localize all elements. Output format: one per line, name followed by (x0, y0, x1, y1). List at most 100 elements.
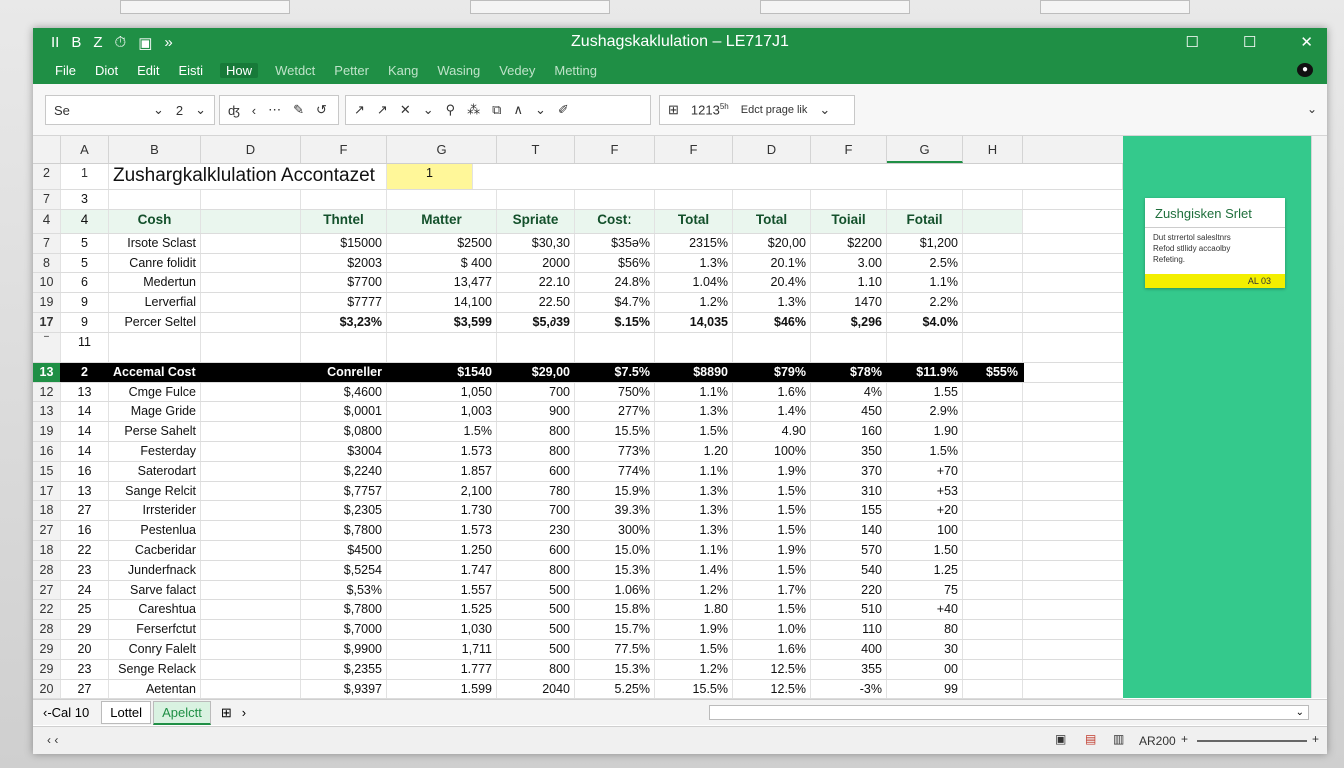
cell[interactable]: 15.3% (575, 659, 655, 679)
cell[interactable]: Perse Sahelt (109, 422, 201, 441)
cell[interactable] (201, 521, 301, 540)
cell[interactable]: 100% (733, 441, 811, 461)
cell-reference[interactable]: 12135h (691, 102, 729, 117)
cell[interactable]: $35ǝ% (575, 233, 655, 253)
cell[interactable]: 773% (575, 441, 655, 461)
cell[interactable]: $8890 (655, 362, 733, 382)
cell[interactable]: $20,00 (733, 233, 811, 253)
cell[interactable] (201, 560, 301, 580)
cell[interactable]: 2000 (497, 253, 575, 273)
search-icon[interactable]: ⚲ (446, 102, 456, 118)
redo-icon[interactable]: ↺ (316, 102, 327, 118)
cell[interactable] (201, 639, 301, 659)
cell[interactable] (201, 312, 301, 332)
page-break-icon[interactable]: ▥ (1113, 732, 1124, 746)
cell[interactable]: Senge Relack (109, 659, 201, 679)
cell[interactable]: 400 (811, 639, 887, 659)
cell[interactable]: 1.25 (887, 560, 963, 580)
horizontal-scrollbar[interactable]: ⌄ (709, 705, 1309, 720)
row-number[interactable]: 13 (33, 362, 61, 382)
cell[interactable]: $2500 (387, 233, 497, 253)
cell[interactable] (963, 312, 1023, 332)
font-size-box[interactable]: 2 (176, 103, 183, 118)
column-header[interactable]: H (963, 136, 1023, 163)
cell[interactable] (963, 600, 1023, 620)
cell[interactable]: 1.573 (387, 441, 497, 461)
menu-item-wasing[interactable]: Wasing (435, 63, 482, 78)
cell[interactable]: 75 (887, 580, 963, 600)
column-header[interactable]: F (301, 136, 387, 163)
cell[interactable]: 1.2% (655, 659, 733, 679)
sheet-title-cell[interactable]: Zushargkalklulation Accontazet (109, 164, 387, 189)
row-number[interactable]: 28 (33, 620, 61, 639)
sheet-nav[interactable]: ‹-Cal 10 (33, 705, 99, 720)
cell[interactable]: 39.3% (575, 501, 655, 521)
cell[interactable]: Saterodart (109, 461, 201, 481)
cell[interactable]: 160 (811, 422, 887, 441)
add-sheet-icon[interactable]: ⊞ (211, 705, 242, 721)
cell[interactable] (201, 620, 301, 639)
chevron-down-icon[interactable]: ⌄ (535, 102, 546, 118)
cell[interactable]: 4% (811, 382, 887, 402)
column-header[interactable]: D (201, 136, 301, 163)
table-row[interactable]: 27 24 Sarve falact $,53% 1.557 500 1.06% 1.2% 1.… (33, 580, 1123, 601)
section-row[interactable]: 13 2 Accemal Cost Conreller $1540 $29,00 $7.5%… (33, 362, 1123, 383)
column-header[interactable]: G (387, 136, 497, 163)
cell[interactable]: 700 (497, 382, 575, 402)
cell[interactable]: 500 (497, 580, 575, 600)
column-label[interactable]: Toiail (811, 209, 887, 233)
cell[interactable] (733, 190, 811, 209)
cell[interactable]: 1.06% (575, 580, 655, 600)
cell[interactable]: 2.9% (887, 402, 963, 422)
cell[interactable]: 100 (887, 521, 963, 540)
cell[interactable]: 5 (61, 253, 109, 273)
cell[interactable]: 00 (887, 659, 963, 679)
table-row[interactable]: 29 20 Conry Falelt $,9900 1,711 500 77.5% 1.5% 1… (33, 639, 1123, 660)
cell[interactable]: 800 (497, 422, 575, 441)
account-icon[interactable]: ● (1297, 63, 1313, 77)
cell[interactable]: Conreller (301, 362, 387, 382)
cell[interactable] (963, 659, 1023, 679)
cell[interactable]: $2003 (301, 253, 387, 273)
selected-cell[interactable]: 1 (387, 164, 473, 189)
cell[interactable]: 1.5% (655, 639, 733, 659)
cell[interactable] (963, 441, 1023, 461)
row-number[interactable]: 17 (33, 312, 61, 332)
grid-icon[interactable]: ⊞ (668, 102, 679, 118)
cell[interactable] (1023, 362, 1024, 382)
chevron-down-icon[interactable]: ⌄ (195, 102, 206, 118)
row-number[interactable]: 19 (33, 422, 61, 441)
cell[interactable]: +20 (887, 501, 963, 521)
cell[interactable]: 27 (61, 501, 109, 521)
cell[interactable]: 350 (811, 441, 887, 461)
cell[interactable]: 20 (61, 639, 109, 659)
cell[interactable]: 1.599 (387, 679, 497, 699)
row-number[interactable]: 12 (33, 382, 61, 402)
cell[interactable]: 500 (497, 600, 575, 620)
cell[interactable]: $7.5% (575, 362, 655, 382)
cell[interactable]: $1,200 (887, 233, 963, 253)
cell[interactable]: $15000 (301, 233, 387, 253)
cell[interactable]: 9 (61, 293, 109, 312)
cell[interactable]: 1.525 (387, 600, 497, 620)
cell[interactable]: 3.00 (811, 253, 887, 273)
cell[interactable]: 12.5% (733, 679, 811, 699)
chevron-down-icon[interactable]: ⌄ (423, 102, 434, 118)
cell[interactable]: 1.9% (733, 461, 811, 481)
cell[interactable]: 1.3% (655, 501, 733, 521)
table-row[interactable]: 28 23 Junderfnack $,5254 1.747 800 15.3% 1.4% 1.… (33, 560, 1123, 581)
row-number[interactable]: 8 (33, 253, 61, 273)
row-number[interactable]: 13 (33, 402, 61, 422)
cell[interactable]: $1540 (387, 362, 497, 382)
cell[interactable] (109, 332, 201, 362)
cell[interactable]: 1.777 (387, 659, 497, 679)
row-number[interactable]: 18 (33, 501, 61, 521)
cell[interactable]: $46% (733, 312, 811, 332)
cell[interactable] (963, 481, 1023, 501)
cell[interactable] (963, 620, 1023, 639)
cell[interactable]: $.15% (575, 312, 655, 332)
cell[interactable]: $,9397 (301, 679, 387, 699)
cell[interactable]: 15.8% (575, 600, 655, 620)
cell[interactable]: +53 (887, 481, 963, 501)
row-number[interactable]: 17 (33, 481, 61, 501)
